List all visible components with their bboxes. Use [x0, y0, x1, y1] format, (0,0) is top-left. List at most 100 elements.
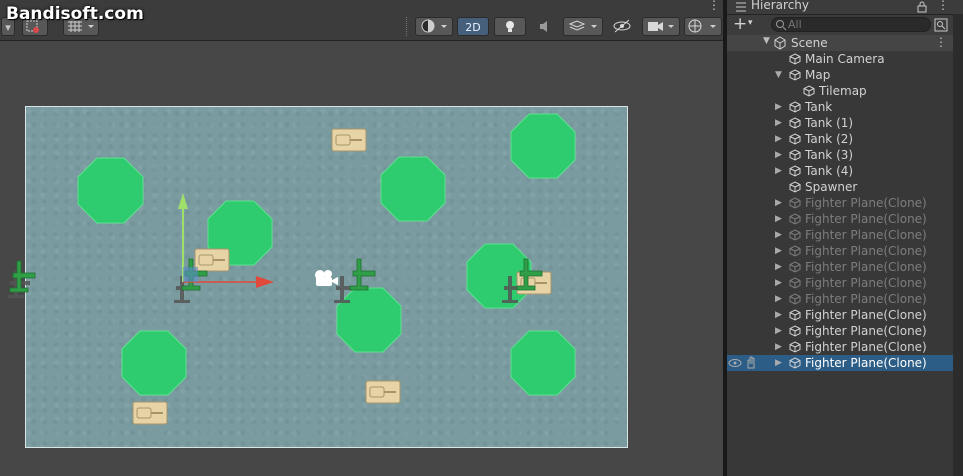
expand-arrow-icon[interactable]: ▶ — [775, 339, 782, 355]
expand-arrow-icon[interactable]: ▶ — [775, 275, 782, 291]
pickable-column — [745, 355, 757, 371]
expand-arrow-icon[interactable]: ▶ — [775, 355, 782, 371]
expand-arrow-icon[interactable]: ▶ — [775, 227, 782, 243]
expand-arrow-icon[interactable]: ▶ — [775, 291, 782, 307]
expand-arrow-icon[interactable]: ▶ — [775, 307, 782, 323]
hierarchy-item[interactable]: ▶ Tank (2) — [727, 131, 953, 147]
expand-arrow-icon[interactable]: ▶ — [775, 243, 782, 259]
cube-icon — [789, 309, 801, 321]
shading-mode-dropdown[interactable] — [415, 17, 453, 36]
cube-icon — [789, 245, 801, 257]
hierarchy-item[interactable]: ▶ Fighter Plane(Clone) — [727, 243, 953, 259]
hierarchy-item-label: Spawner — [805, 180, 858, 194]
hierarchy-tab[interactable]: Hierarchy ⋮ — [727, 0, 963, 15]
cube-icon — [789, 277, 801, 289]
hierarchy-item-label: Map — [805, 68, 831, 82]
hierarchy-item-label: Fighter Plane(Clone) — [805, 308, 927, 322]
octagon-obstacle — [121, 330, 187, 396]
hierarchy-menu-icon[interactable]: ⋮ — [937, 0, 949, 12]
hierarchy-item[interactable]: ▶ Tank (4) — [727, 163, 953, 179]
hierarchy-item[interactable]: ▶ Fighter Plane(Clone) — [727, 195, 953, 211]
effects-icon — [568, 20, 597, 31]
cube-icon — [789, 325, 801, 337]
expand-arrow-icon[interactable]: ▶ — [775, 115, 782, 131]
scene-root-row[interactable]: ▼ Scene ⋮ — [727, 35, 963, 51]
hierarchy-item[interactable]: ▶ Fighter Plane(Clone) — [727, 291, 953, 307]
add-object-button[interactable]: + — [733, 14, 747, 34]
hierarchy-search[interactable] — [771, 17, 931, 32]
expand-arrow-icon[interactable]: ▶ — [775, 211, 782, 227]
fighter-plane — [9, 260, 36, 293]
expand-arrow-icon[interactable]: ▶ — [775, 195, 782, 211]
camera-dropdown[interactable] — [642, 17, 680, 36]
cube-icon — [789, 229, 801, 241]
lighting-toggle[interactable] — [494, 17, 526, 36]
eye-icon[interactable] — [727, 355, 747, 371]
hierarchy-item-label: Tank (1) — [805, 116, 854, 130]
hierarchy-item[interactable]: ▶ Tank — [727, 99, 953, 115]
hierarchy-item-label: Fighter Plane(Clone) — [805, 260, 927, 274]
expand-arrow-icon[interactable]: ▶ — [775, 259, 782, 275]
hierarchy-item[interactable]: ▶ Fighter Plane(Clone) — [727, 211, 953, 227]
hierarchy-item[interactable]: Tilemap — [727, 83, 953, 99]
mode-2d-button[interactable]: 2D — [457, 17, 489, 36]
hierarchy-item[interactable]: ▶ Tank (3) — [727, 147, 953, 163]
gizmos-dropdown[interactable] — [684, 17, 722, 36]
cube-icon — [789, 117, 801, 129]
hierarchy-item-label: Fighter Plane(Clone) — [805, 340, 927, 354]
scene-expand-arrow[interactable]: ▼ — [763, 36, 770, 46]
camera-icon — [648, 22, 674, 31]
hierarchy-item-label: Tank — [805, 100, 833, 114]
audio-toggle[interactable] — [531, 17, 559, 36]
search-scope-icon[interactable] — [934, 18, 948, 32]
add-dropdown-arrow[interactable]: ▾ — [748, 18, 753, 28]
hierarchy-item[interactable]: Spawner — [727, 179, 953, 195]
hierarchy-item[interactable]: ▶ Tank (1) — [727, 115, 953, 131]
hand-icon[interactable] — [745, 355, 757, 371]
hierarchy-item[interactable]: ▶ Fighter Plane(Clone) — [727, 339, 953, 355]
expand-arrow-icon[interactable]: ▶ — [775, 163, 782, 179]
hierarchy-item-label: Tank (3) — [805, 148, 854, 162]
hierarchy-item[interactable]: ▶ Fighter Plane(Clone) — [727, 227, 953, 243]
camera-gizmo-icon — [315, 270, 338, 286]
scene-name: Scene — [791, 36, 828, 50]
fighter-plane — [349, 258, 376, 291]
hierarchy-item[interactable]: ▶ Fighter Plane(Clone) — [727, 323, 953, 339]
tank-sprite — [132, 401, 168, 425]
lock-icon[interactable] — [917, 1, 927, 13]
hierarchy-item[interactable]: ▼ Map — [727, 67, 953, 83]
toolbar-separator — [406, 17, 409, 36]
hierarchy-item[interactable]: ▶ Fighter Plane(Clone) — [727, 355, 953, 371]
hierarchy-item[interactable]: Main Camera — [727, 51, 953, 67]
expand-arrow-icon[interactable]: ▶ — [775, 323, 782, 339]
effects-dropdown[interactable] — [563, 17, 603, 36]
scene-menu-icon[interactable]: ⋮ — [708, 0, 720, 12]
hierarchy-title: Hierarchy — [751, 0, 810, 12]
expand-arrow-icon[interactable]: ▶ — [775, 99, 782, 115]
search-input[interactable] — [788, 18, 918, 31]
cube-icon — [789, 293, 801, 305]
tank-sprite — [365, 380, 401, 404]
hierarchy-item[interactable]: ▶ Fighter Plane(Clone) — [727, 259, 953, 275]
scene-viewport[interactable] — [0, 41, 723, 476]
watermark: Bandisoft.com — [6, 4, 144, 24]
scene-row-menu-icon[interactable]: ⋮ — [935, 35, 947, 49]
cube-icon — [789, 357, 801, 369]
hidden-objects-toggle[interactable] — [606, 17, 638, 36]
cube-icon — [789, 341, 801, 353]
cube-icon — [789, 101, 801, 113]
hierarchy-item-label: Fighter Plane(Clone) — [805, 324, 927, 338]
collapse-arrow-icon[interactable]: ▼ — [775, 67, 782, 83]
expand-arrow-icon[interactable]: ▶ — [775, 147, 782, 163]
search-icon — [776, 20, 787, 31]
expand-arrow-icon[interactable]: ▶ — [775, 131, 782, 147]
hierarchy-scrollbar[interactable] — [953, 14, 963, 476]
tank-sprite — [331, 128, 367, 152]
octagon-obstacle — [510, 113, 576, 179]
octagon-obstacle — [77, 157, 144, 224]
octagon-obstacle — [510, 330, 576, 396]
hierarchy-item-label: Fighter Plane(Clone) — [805, 212, 927, 226]
hierarchy-item[interactable]: ▶ Fighter Plane(Clone) — [727, 307, 953, 323]
hierarchy-item[interactable]: ▶ Fighter Plane(Clone) — [727, 275, 953, 291]
scene-view-panel: ⋮ Bandisoft.com ▾ 2D — [0, 0, 723, 476]
